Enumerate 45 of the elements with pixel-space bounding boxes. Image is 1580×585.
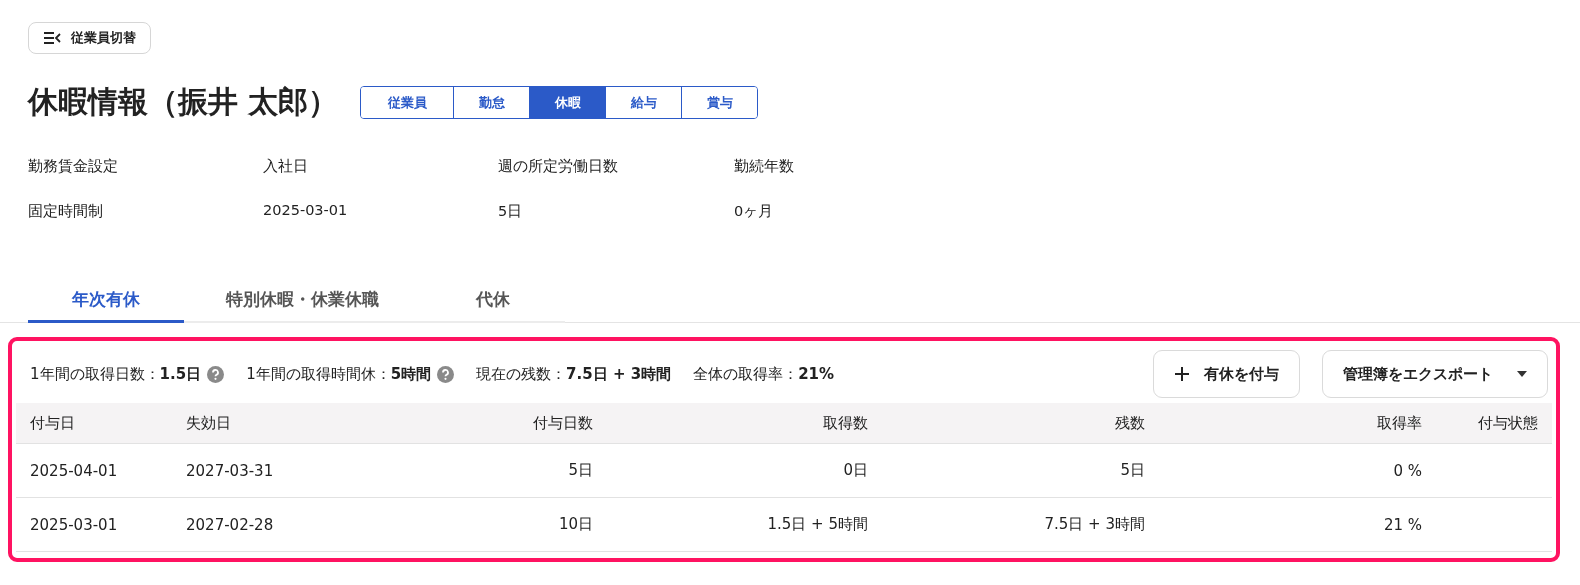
section-tab[interactable]: 休暇 (529, 87, 606, 118)
info-value: 0ヶ月 (734, 202, 775, 221)
table-cell: 21 % (1159, 498, 1436, 552)
switch-employee-button[interactable]: 従業員切替 (28, 22, 151, 54)
grant-leave-button[interactable]: 有休を付与 (1153, 350, 1300, 398)
column-header: 残数 (882, 403, 1159, 444)
table-cell: 7.5日 + 3時間 (882, 498, 1159, 552)
table-cell: 2025-04-01 (16, 444, 172, 498)
info-value: 2025-03-01 (263, 202, 349, 220)
table-cell: 2027-02-28 (172, 498, 372, 552)
leave-tab[interactable]: 代休 (420, 279, 565, 323)
table-cell: 5日 (372, 444, 607, 498)
table-cell: 10日 (372, 498, 607, 552)
column-header: 取得数 (607, 403, 882, 444)
info-label: 週の所定労働日数 (498, 157, 619, 176)
summary-stat: 現在の残数：7.5日 + 3時間 (476, 364, 672, 384)
help-icon[interactable] (437, 365, 455, 383)
column-header: 付与日 (16, 403, 172, 444)
summary-stat: 1年間の取得日数：1.5日 (30, 364, 202, 384)
info-value: 5日 (498, 202, 524, 221)
summary-stat: 1年間の取得時間休：5時間 (246, 364, 432, 384)
leave-tab[interactable]: 年次有休 (28, 279, 184, 323)
column-header: 付与日数 (372, 403, 607, 444)
help-icon[interactable] (207, 365, 225, 383)
leave-tab[interactable]: 特別休暇・休業休職 (184, 279, 420, 323)
table-cell: 5日 (882, 444, 1159, 498)
page-title: 休暇情報（振井 太郎） (28, 83, 339, 121)
table-cell: 2025-03-01 (16, 498, 172, 552)
info-label: 勤続年数 (734, 157, 795, 176)
table-cell: 0 % (1159, 444, 1436, 498)
info-value: 固定時間制 (28, 202, 104, 221)
info-label: 入社日 (263, 157, 309, 176)
section-tab[interactable]: 賞与 (681, 87, 758, 118)
menu-collapse-icon (43, 32, 61, 44)
info-label: 勤務賃金設定 (28, 157, 119, 176)
column-header: 取得率 (1159, 403, 1436, 444)
caret-icon (1517, 371, 1527, 377)
export-button[interactable]: 管理簿をエクスポート (1322, 350, 1548, 398)
summary-stat: 全体の取得率：21% (693, 364, 835, 384)
column-header: 失効日 (172, 403, 372, 444)
plus-icon (1174, 366, 1190, 382)
table-cell: 2027-03-31 (172, 444, 372, 498)
column-header: 付与状態 (1436, 403, 1552, 444)
table-cell: 1.5日 + 5時間 (607, 498, 882, 552)
table-cell: 0日 (607, 444, 882, 498)
